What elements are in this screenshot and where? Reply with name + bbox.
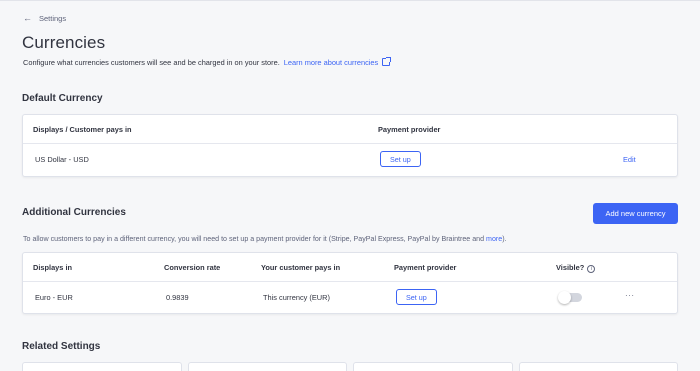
related-settings-card[interactable] bbox=[353, 362, 513, 371]
table-header: Displays in Conversion rate Your custome… bbox=[23, 253, 677, 282]
back-label: Settings bbox=[39, 14, 67, 23]
related-settings-heading: Related Settings bbox=[22, 341, 101, 352]
page-title: Currencies bbox=[22, 33, 106, 52]
column-header-conversion-rate: Conversion rate bbox=[164, 263, 221, 272]
column-header-displays: Displays / Customer pays in bbox=[33, 125, 132, 134]
related-settings-card[interactable] bbox=[187, 362, 347, 371]
additional-currencies-heading: Additional Currencies bbox=[22, 207, 126, 218]
related-settings-cards bbox=[22, 362, 678, 371]
default-currency-heading: Default Currency bbox=[22, 93, 103, 104]
visible-toggle[interactable] bbox=[558, 291, 582, 304]
default-currency-name: US Dollar - USD bbox=[35, 155, 89, 164]
default-currency-card: Displays / Customer pays in Payment prov… bbox=[22, 114, 678, 177]
conversion-rate: 0.9839 bbox=[166, 293, 189, 302]
subtitle-text: Configure what currencies customers will… bbox=[23, 58, 280, 67]
learn-more-link[interactable]: Learn more about currencies bbox=[283, 57, 392, 67]
column-header-provider: Payment provider bbox=[394, 263, 457, 272]
setup-provider-button[interactable]: Set up bbox=[380, 151, 421, 167]
edit-default-currency-link[interactable]: Edit bbox=[623, 155, 636, 164]
info-more-link[interactable]: more bbox=[486, 235, 502, 243]
info-text: To allow customers to pay in a different… bbox=[23, 235, 485, 243]
setup-button-label: Set up bbox=[406, 292, 427, 302]
table-header: Displays / Customer pays in Payment prov… bbox=[23, 115, 677, 144]
column-header-provider: Payment provider bbox=[378, 125, 441, 134]
column-header-visible: Visible? i bbox=[556, 263, 596, 273]
back-to-settings-link[interactable]: ← Settings bbox=[23, 13, 67, 24]
external-link-icon bbox=[382, 57, 392, 66]
toggle-knob bbox=[558, 291, 571, 304]
column-header-customer-pays: Your customer pays in bbox=[261, 263, 341, 272]
page-subtitle: Configure what currencies customers will… bbox=[23, 57, 392, 67]
top-divider bbox=[0, 0, 700, 1]
related-settings-card[interactable] bbox=[22, 362, 182, 371]
info-circle-icon[interactable]: i bbox=[587, 265, 596, 273]
column-header-displays-in: Displays in bbox=[33, 263, 73, 272]
setup-provider-button[interactable]: Set up bbox=[396, 289, 437, 305]
add-new-currency-label: Add new currency bbox=[605, 209, 666, 218]
currency-name: Euro - EUR bbox=[35, 293, 73, 302]
more-horizontal-icon[interactable]: ··· bbox=[625, 291, 635, 300]
setup-button-label: Set up bbox=[390, 154, 411, 164]
learn-more-label: Learn more about currencies bbox=[283, 58, 379, 67]
info-text-end: ). bbox=[502, 235, 507, 243]
add-new-currency-button[interactable]: Add new currency bbox=[593, 203, 678, 224]
additional-currencies-card: Displays in Conversion rate Your custome… bbox=[22, 252, 678, 314]
arrow-left-icon: ← bbox=[23, 13, 32, 23]
additional-currencies-info: To allow customers to pay in a different… bbox=[23, 235, 507, 243]
related-settings-card[interactable] bbox=[518, 362, 678, 371]
customer-pays-currency: This currency (EUR) bbox=[263, 293, 330, 302]
visible-header-label: Visible? bbox=[556, 263, 585, 272]
